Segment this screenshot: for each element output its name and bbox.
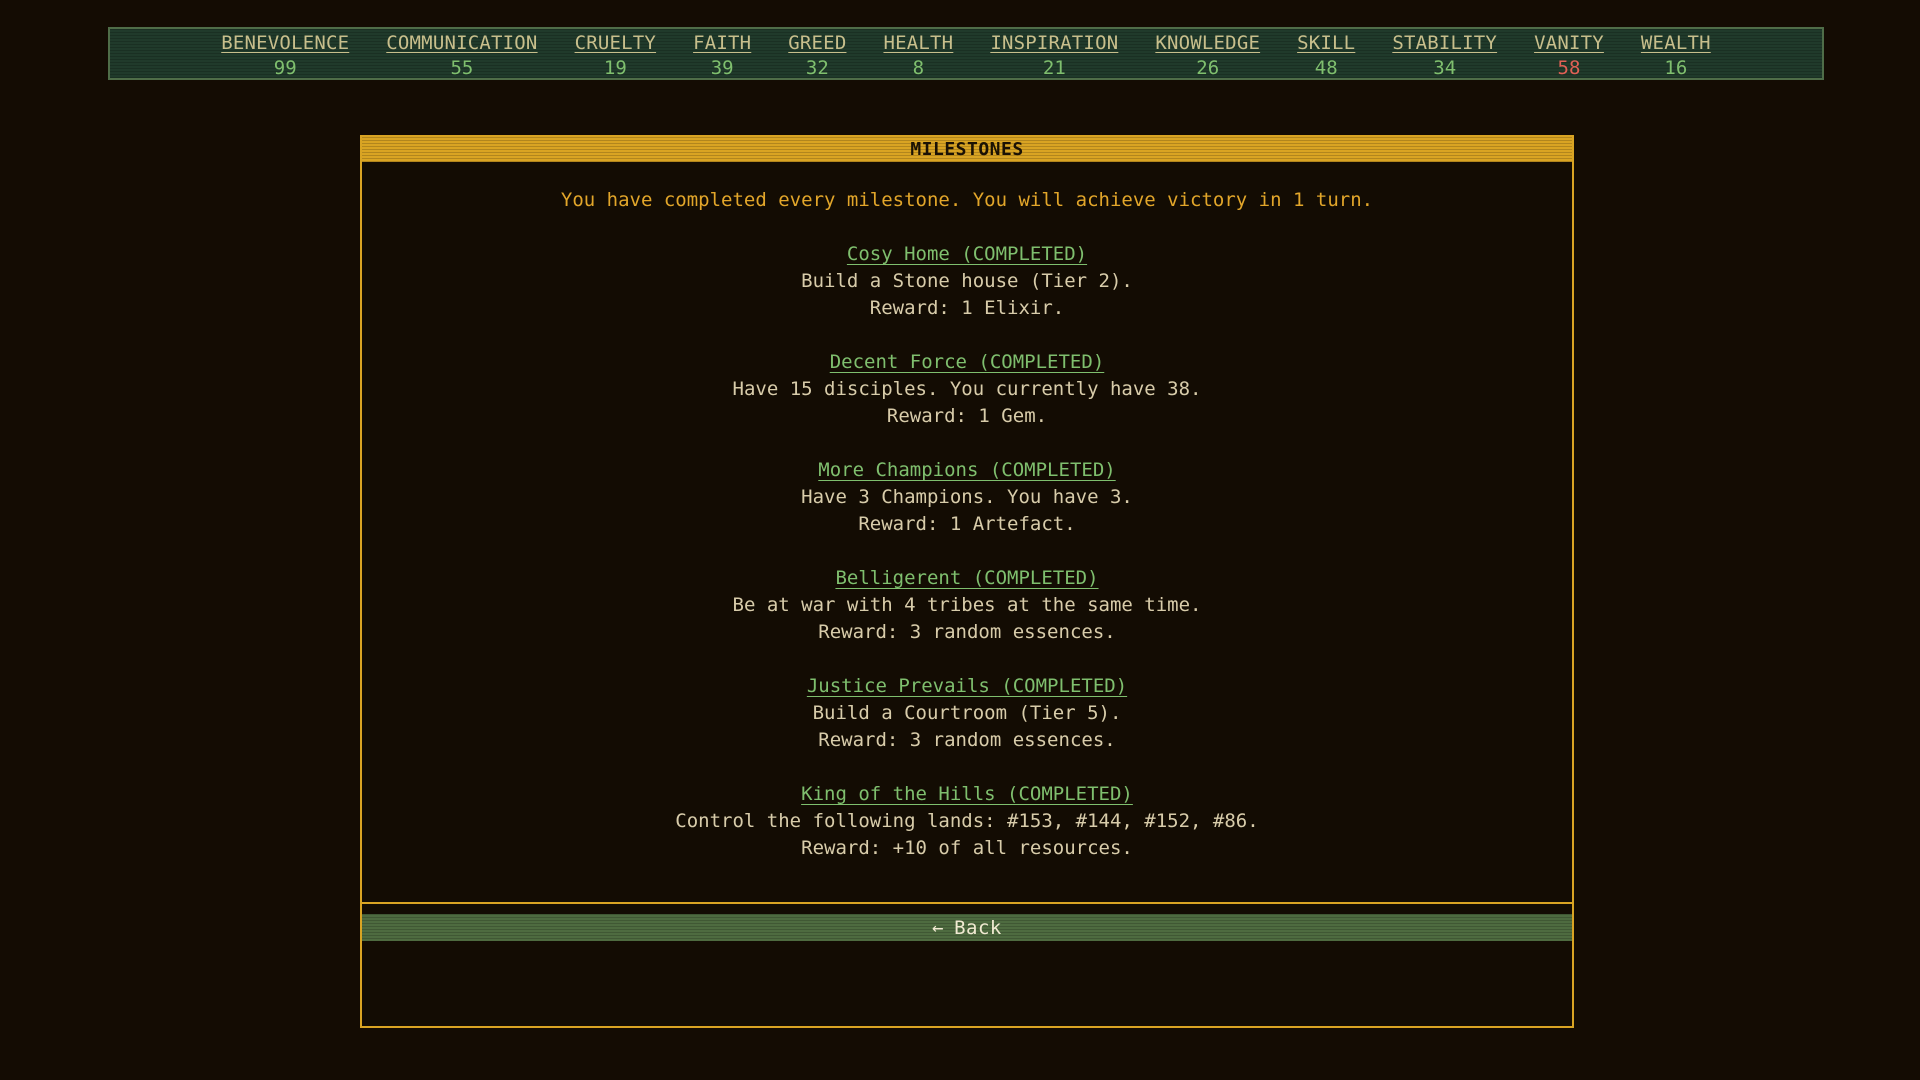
milestone-reward: Reward: +10 of all resources. — [801, 837, 1133, 859]
stat-name: VANITY — [1534, 32, 1604, 54]
stat-value: 55 — [450, 57, 474, 79]
milestone-title-link[interactable]: Justice Prevails (COMPLETED) — [807, 673, 1127, 700]
stat-name: SKILL — [1297, 32, 1356, 54]
milestone-title-link[interactable]: More Champions (COMPLETED) — [818, 457, 1115, 484]
milestone-reward: Reward: 1 Gem. — [886, 405, 1048, 427]
milestone-reward: Reward: 3 random essences. — [818, 729, 1116, 751]
milestone-entry: Decent Force (COMPLETED) Have 15 disciple… — [362, 349, 1572, 430]
stat-name: BENEVOLENCE — [221, 32, 350, 54]
stat-inspiration[interactable]: INSPIRATION 21 — [990, 31, 1118, 81]
stat-value: 8 — [912, 57, 925, 79]
stat-value: 58 — [1557, 57, 1581, 79]
stat-communication[interactable]: COMMUNICATION 55 — [386, 31, 537, 81]
stat-value: 16 — [1664, 57, 1688, 79]
milestone-reward: Reward: 1 Elixir. — [869, 297, 1065, 319]
stats-bar: BENEVOLENCE 99 COMMUNICATION 55 CRUELTY 19 FAI… — [108, 27, 1824, 80]
stat-name: CRUELTY — [574, 32, 657, 54]
milestone-description: Build a Stone house (Tier 2). — [801, 270, 1133, 292]
stat-name: FAITH — [693, 32, 752, 54]
milestone-entry: King of the Hills (COMPLETED) Control the… — [362, 781, 1572, 862]
stat-value: 21 — [1042, 57, 1066, 79]
stat-cruelty[interactable]: CRUELTY 19 — [575, 31, 656, 81]
milestone-title-link[interactable]: Decent Force (COMPLETED) — [830, 349, 1105, 376]
stat-wealth[interactable]: WEALTH 16 — [1641, 31, 1711, 81]
stat-faith[interactable]: FAITH 39 — [693, 31, 751, 81]
stat-name: WEALTH — [1640, 32, 1711, 54]
victory-summary: You have completed every milestone. You … — [560, 189, 1374, 211]
stat-greed[interactable]: GREED 32 — [788, 31, 846, 81]
milestone-entry: Cosy Home (COMPLETED) Build a Stone house… — [362, 241, 1572, 322]
stat-name: GREED — [788, 32, 847, 54]
stat-stability[interactable]: STABILITY 34 — [1392, 31, 1497, 81]
milestone-reward: Reward: 3 random essences. — [818, 621, 1116, 643]
stat-benevolence[interactable]: BENEVOLENCE 99 — [221, 31, 349, 81]
stat-vanity[interactable]: VANITY 58 — [1534, 31, 1604, 81]
milestones-panel: MILESTONES You have completed every mile… — [360, 135, 1574, 1028]
stat-name: INSPIRATION — [990, 32, 1119, 54]
milestone-description: Have 15 disciples. You currently have 38… — [732, 378, 1202, 400]
milestone-description: Build a Courtroom (Tier 5). — [812, 702, 1122, 724]
stat-health[interactable]: HEALTH 8 — [883, 31, 953, 81]
stat-value: 19 — [603, 57, 627, 79]
milestone-title-link[interactable]: King of the Hills (COMPLETED) — [801, 781, 1133, 808]
panel-title: MILESTONES — [362, 137, 1572, 162]
milestone-description: Be at war with 4 tribes at the same time… — [732, 594, 1202, 616]
stat-skill[interactable]: SKILL 48 — [1297, 31, 1355, 81]
stat-value: 32 — [805, 57, 829, 79]
stat-name: COMMUNICATION — [386, 32, 538, 54]
stat-value: 99 — [273, 57, 297, 79]
milestone-description: Control the following lands: #153, #144,… — [675, 810, 1259, 832]
milestone-description: Have 3 Champions. You have 3. — [801, 486, 1133, 508]
milestone-entry: Belligerent (COMPLETED) Be at war with 4 … — [362, 565, 1572, 646]
stat-value: 48 — [1314, 57, 1338, 79]
stat-value: 26 — [1196, 57, 1220, 79]
left-arrow-icon: ← — [932, 917, 945, 939]
stat-name: HEALTH — [883, 32, 954, 54]
stat-name: KNOWLEDGE — [1155, 32, 1261, 54]
milestone-title-link[interactable]: Belligerent (COMPLETED) — [835, 565, 1098, 592]
stat-knowledge[interactable]: KNOWLEDGE 26 — [1155, 31, 1260, 81]
back-label: Back — [954, 917, 1002, 939]
milestone-list: Cosy Home (COMPLETED) Build a Stone house… — [362, 241, 1572, 862]
stat-name: STABILITY — [1392, 32, 1498, 54]
stat-value: 34 — [1433, 57, 1457, 79]
stat-value: 39 — [710, 57, 734, 79]
milestone-reward: Reward: 1 Artefact. — [858, 513, 1076, 535]
milestones-content: You have completed every milestone. You … — [362, 162, 1572, 904]
milestone-entry: More Champions (COMPLETED) Have 3 Champio… — [362, 457, 1572, 538]
back-button[interactable]: ← Back — [362, 914, 1572, 941]
milestone-entry: Justice Prevails (COMPLETED) Build a Cour… — [362, 673, 1572, 754]
milestone-title-link[interactable]: Cosy Home (COMPLETED) — [847, 241, 1087, 268]
